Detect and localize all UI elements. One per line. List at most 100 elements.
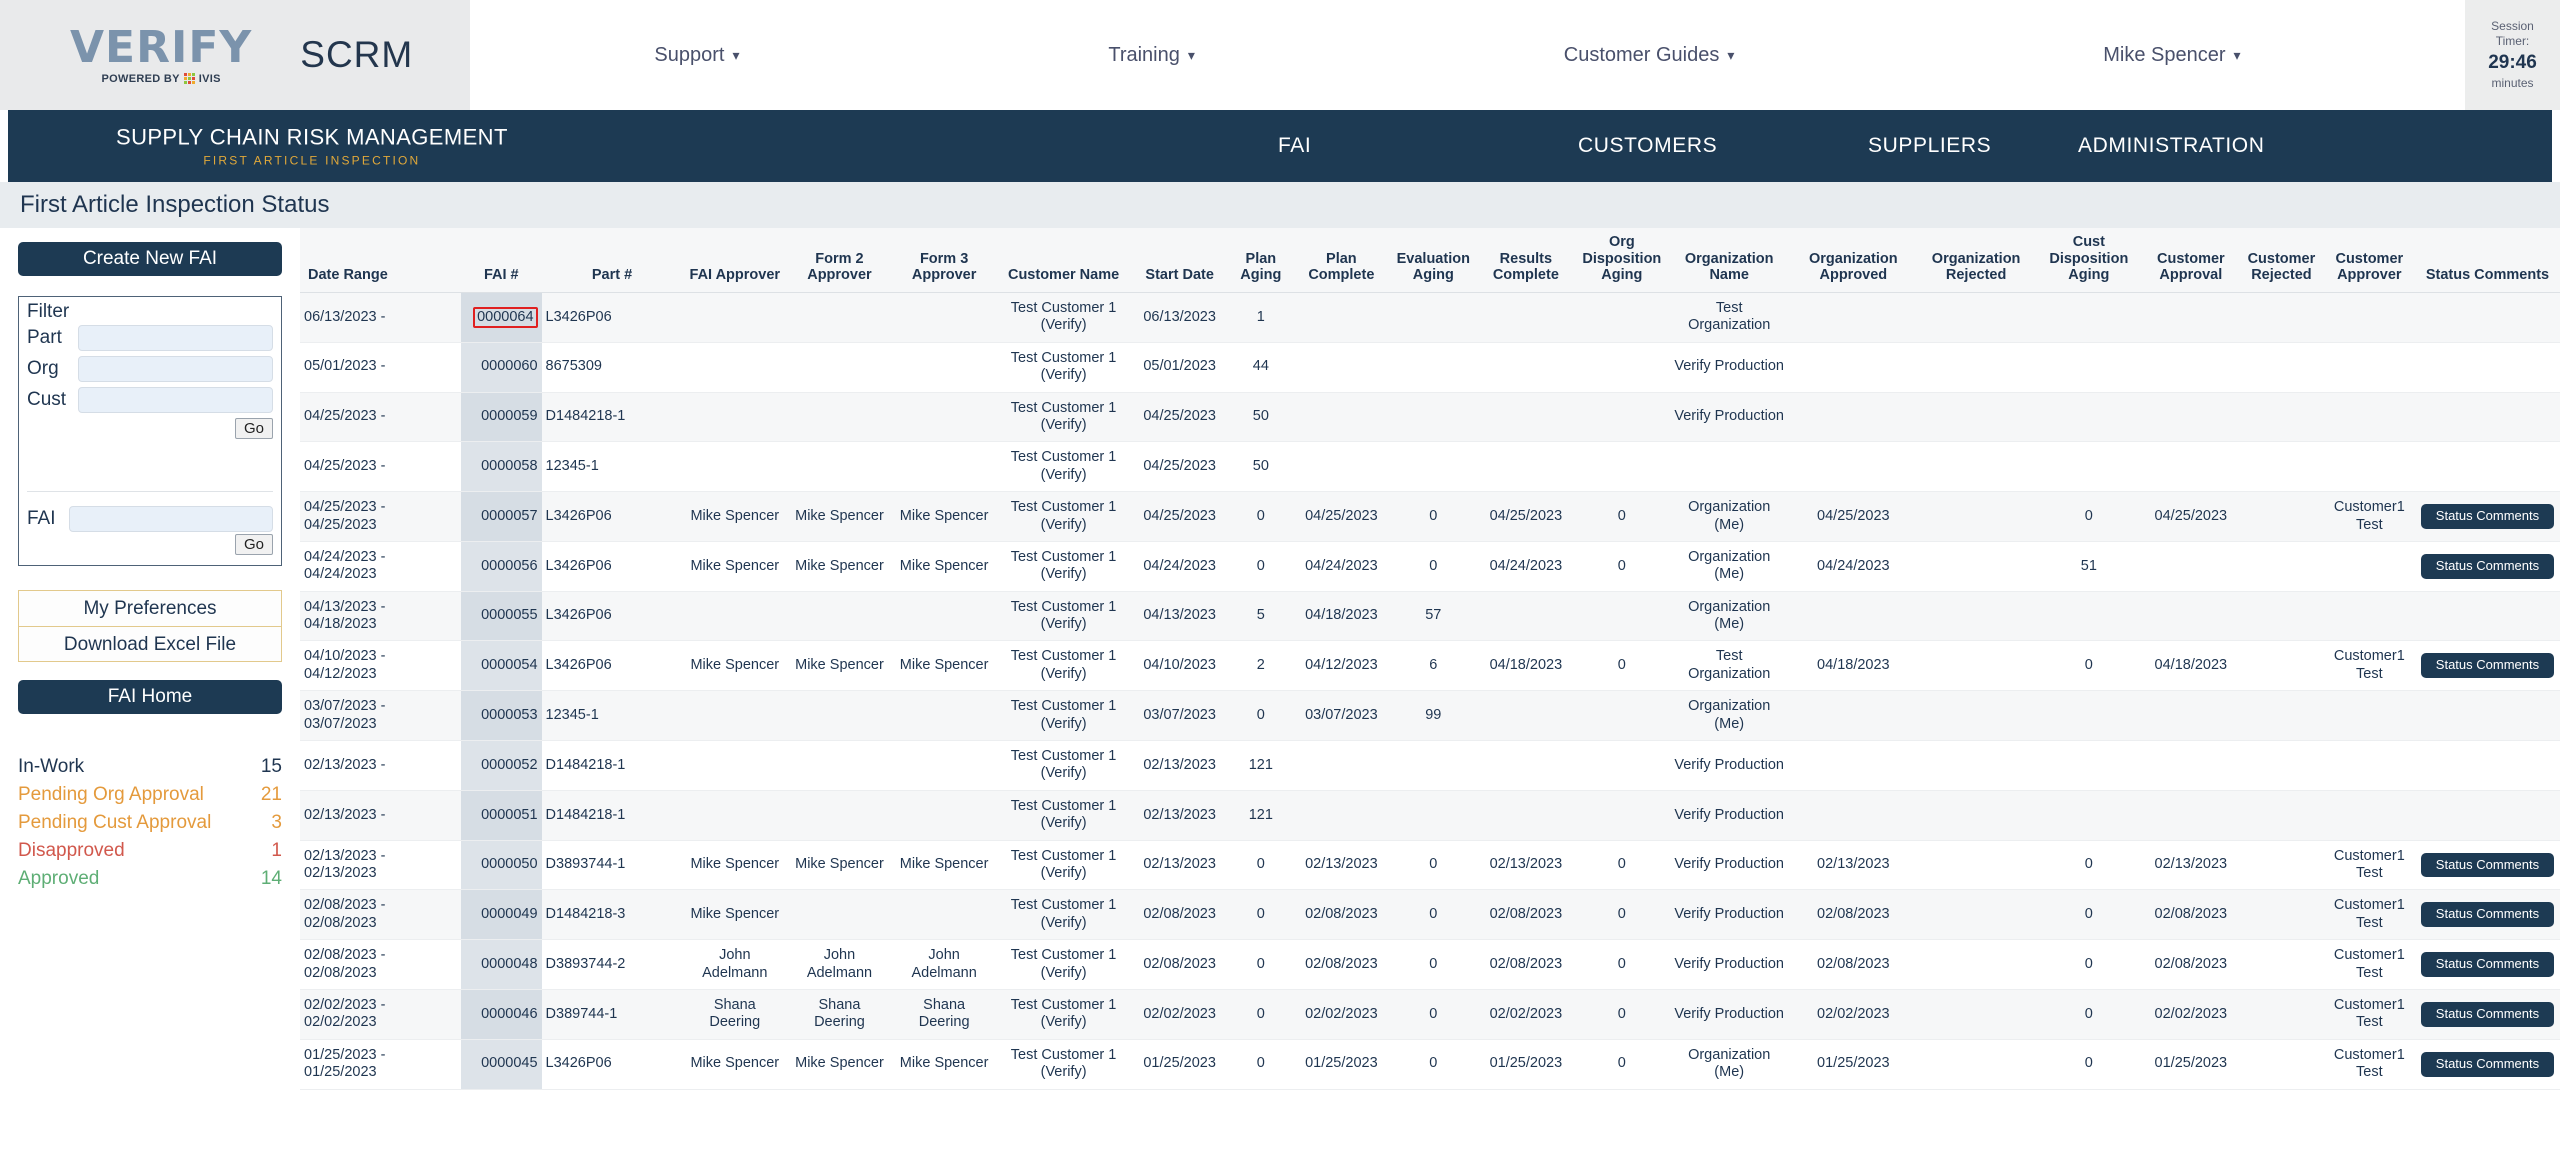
cell-date-range: 04/25/2023 - <box>304 458 386 475</box>
cell-fai-number[interactable]: 0000048 <box>461 939 542 990</box>
table-row[interactable]: 04/25/2023 - 0000058 12345-1 Test Customer … <box>300 441 2560 492</box>
table-row[interactable]: 05/01/2023 - 0000060 8675309 Test Customer … <box>300 342 2560 393</box>
table-row[interactable]: 02/13/2023 - 0000051 D1484218-1 Test Custom… <box>300 790 2560 841</box>
fai-home-button[interactable]: FAI Home <box>18 680 282 714</box>
cell-part-number: L3426P06 <box>545 308 612 325</box>
column-header[interactable]: Org Disposition Aging <box>1574 228 1669 294</box>
nav-item-customers[interactable]: CUSTOMERS <box>1578 134 1717 158</box>
table-row[interactable]: 02/13/2023 - 0000052 D1484218-1 Test Custom… <box>300 740 2560 791</box>
column-header[interactable]: Plan Aging <box>1228 228 1294 294</box>
status-comments-button[interactable]: Status Comments <box>2420 952 2554 978</box>
table-row[interactable]: 02/08/2023 - 02/08/2023 0000048 D3893744-2… <box>300 939 2560 990</box>
my-preferences-link[interactable]: My Preferences <box>19 591 281 626</box>
column-header[interactable]: Form 2 Approver <box>787 228 892 294</box>
table-row[interactable]: 02/02/2023 - 02/02/2023 0000046 D389744-1 S… <box>300 989 2560 1040</box>
table-row[interactable]: 04/24/2023 - 04/24/2023 0000056 L3426P06 Mi… <box>300 541 2560 592</box>
nav-item-suppliers[interactable]: SUPPLIERS <box>1868 134 1991 158</box>
column-header[interactable]: Organization Name <box>1668 228 1790 294</box>
status-comments-button[interactable]: Status Comments <box>2420 852 2554 878</box>
cell-fai-number[interactable]: 0000051 <box>461 790 542 841</box>
cell-fai-number[interactable]: 0000045 <box>461 1039 542 1090</box>
status-legend-row[interactable]: In-Work 15 <box>18 756 282 778</box>
column-header[interactable]: Customer Approval <box>2142 228 2240 294</box>
status-comments-button[interactable]: Status Comments <box>2420 902 2554 928</box>
fai-go-button[interactable]: Go <box>234 534 273 555</box>
column-header[interactable]: Plan Complete <box>1293 228 1390 294</box>
cell-org-rejected <box>1917 541 2035 591</box>
table-row[interactable]: 04/13/2023 - 04/18/2023 0000055 L3426P06 Te… <box>300 591 2560 641</box>
cell-fai-number[interactable]: 0000053 <box>461 690 542 741</box>
table-row[interactable]: 02/13/2023 - 02/13/2023 0000050 D3893744-1… <box>300 840 2560 890</box>
status-comments-button[interactable]: Status Comments <box>2420 1001 2554 1027</box>
cell-fai-number[interactable]: 0000049 <box>461 889 542 940</box>
cell-org-disp-aging: 0 <box>1617 507 1626 524</box>
cell-org-disp-aging <box>1575 442 1669 492</box>
top-nav-item-training[interactable]: Training ▾ <box>1108 44 1195 67</box>
cell-fai-number[interactable]: 0000058 <box>461 441 542 492</box>
cell-part-number: 12345-1 <box>545 458 599 475</box>
highlighted-fai-number[interactable]: 0000064 <box>473 306 538 329</box>
filter-input-cust[interactable] <box>78 387 273 413</box>
column-header[interactable]: Customer Approver <box>2323 228 2415 294</box>
status-comments-button[interactable]: Status Comments <box>2420 1051 2554 1077</box>
table-row[interactable]: 03/07/2023 - 03/07/2023 0000053 12345-1 Tes… <box>300 690 2560 741</box>
top-nav-item-customer-guides[interactable]: Customer Guides ▾ <box>1564 44 1735 67</box>
cell-fai-number[interactable]: 0000057 <box>461 491 542 542</box>
cell-fai-number[interactable]: 0000055 <box>461 591 542 641</box>
cell-fai-number[interactable]: 0000064 <box>461 292 542 343</box>
status-legend-row[interactable]: Approved 14 <box>18 868 282 890</box>
status-legend-row[interactable]: Disapproved 1 <box>18 840 282 862</box>
table-row[interactable]: 04/25/2023 - 04/25/2023 0000057 L3426P06 Mi… <box>300 491 2560 542</box>
table-row[interactable]: 02/08/2023 - 02/08/2023 0000049 D1484218-3… <box>300 889 2560 940</box>
column-header[interactable]: Cust Disposition Aging <box>2035 228 2143 294</box>
cell-cust-rejected <box>2239 790 2324 840</box>
table-row[interactable]: 04/10/2023 - 04/12/2023 0000054 L3426P06 Mi… <box>300 640 2560 691</box>
cell-fai-number[interactable]: 0000052 <box>461 740 542 791</box>
cell-org-approved: 01/25/2023 <box>1817 1055 1890 1072</box>
cell-date-range: 02/02/2023 - 02/02/2023 <box>304 996 386 1031</box>
status-legend-row[interactable]: Pending Org Approval 21 <box>18 784 282 806</box>
create-new-fai-button[interactable]: Create New FAI <box>18 242 282 276</box>
column-header[interactable]: Evaluation Aging <box>1389 228 1477 294</box>
column-header[interactable]: Status Comments <box>2414 228 2560 294</box>
top-nav-item-support[interactable]: Support ▾ <box>654 44 739 67</box>
cell-fai-number[interactable]: 0000050 <box>461 840 542 890</box>
table-row[interactable]: 01/25/2023 - 01/25/2023 0000045 L3426P06 Mi… <box>300 1039 2560 1090</box>
cell-fai-number[interactable]: 0000054 <box>461 640 542 691</box>
column-header[interactable]: Results Complete <box>1476 228 1575 294</box>
nav-item-fai[interactable]: FAI <box>1278 134 1311 158</box>
table-row[interactable]: 06/13/2023 - 0000064 L3426P06 Test Customer… <box>300 292 2560 343</box>
column-header[interactable]: FAI Approver <box>682 228 788 294</box>
cell-fai-number[interactable]: 0000060 <box>461 342 542 393</box>
nav-item-administration[interactable]: ADMINISTRATION <box>2078 134 2265 158</box>
filter-go-button[interactable]: Go <box>234 418 273 439</box>
column-header[interactable]: Form 3 Approver <box>891 228 997 294</box>
column-header[interactable]: FAI # <box>461 228 542 294</box>
download-excel-link[interactable]: Download Excel File <box>19 626 281 661</box>
column-header[interactable]: Organization Rejected <box>1917 228 2036 294</box>
status-comments-button[interactable]: Status Comments <box>2420 553 2554 579</box>
column-header[interactable]: Part # <box>541 228 683 294</box>
status-comments-button[interactable]: Status Comments <box>2420 653 2554 679</box>
column-header[interactable]: Start Date <box>1130 228 1229 294</box>
column-header[interactable]: Date Range <box>300 228 462 294</box>
cell-cust-approval: 04/25/2023 <box>2154 507 2228 524</box>
column-header[interactable]: Customer Rejected <box>2239 228 2324 294</box>
cell-results-complete: 02/02/2023 <box>1489 1005 1563 1022</box>
cell-org-name <box>1669 442 1790 492</box>
cell-fai-number[interactable]: 0000046 <box>461 989 542 1040</box>
cell-results-complete: 02/08/2023 <box>1489 955 1563 972</box>
cell-part-number: D1484218-3 <box>545 906 626 923</box>
column-header[interactable]: Customer Name <box>996 228 1131 294</box>
filter-input-org[interactable] <box>78 356 273 382</box>
fai-lookup-input[interactable] <box>69 506 273 532</box>
filter-input-part[interactable] <box>78 325 273 351</box>
status-comments-button[interactable]: Status Comments <box>2420 504 2554 529</box>
top-nav-item-user-menu[interactable]: Mike Spencer ▾ <box>2103 44 2240 67</box>
column-header[interactable]: Organization Approved <box>1789 228 1918 294</box>
table-row[interactable]: 04/25/2023 - 0000059 D1484218-1 Test Custom… <box>300 392 2560 442</box>
status-legend-row[interactable]: Pending Cust Approval 3 <box>18 812 282 834</box>
cell-fai-number[interactable]: 0000059 <box>461 392 542 442</box>
cell-results-complete <box>1477 591 1575 641</box>
cell-fai-number[interactable]: 0000056 <box>461 541 542 592</box>
